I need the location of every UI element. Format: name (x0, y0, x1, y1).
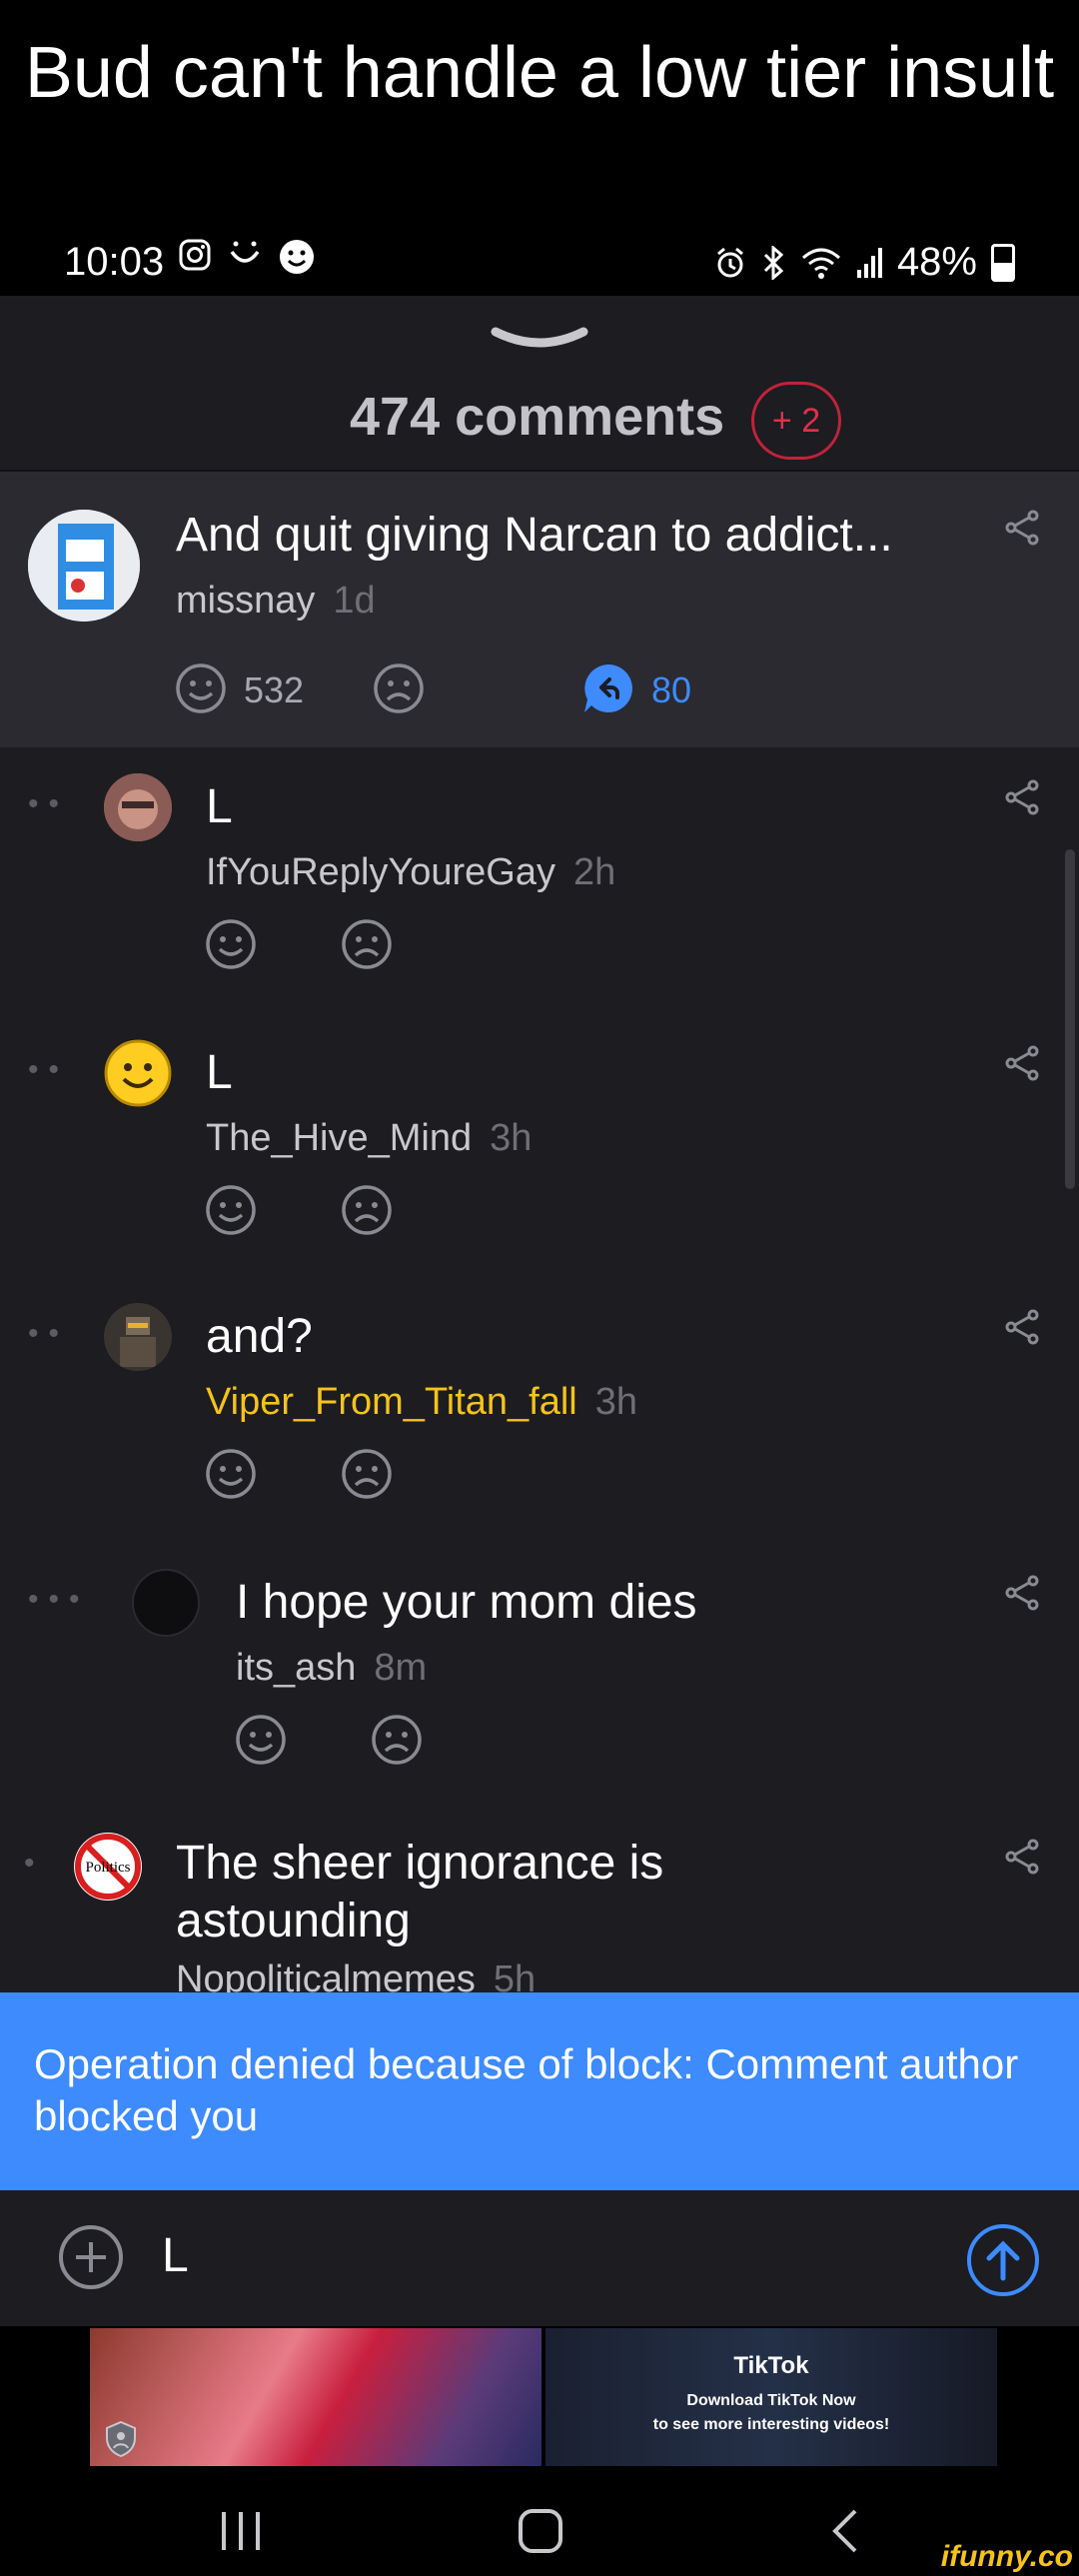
avatar[interactable] (104, 1303, 172, 1371)
notification-icons (178, 238, 316, 276)
thread-depth-dots: •• (28, 1053, 70, 1086)
share-icon[interactable] (1003, 508, 1043, 548)
smile-reaction-icon[interactable] (204, 917, 258, 971)
instagram-icon (179, 239, 211, 271)
thread-depth-dots: ••• (28, 1583, 90, 1616)
avatar-label: Politics (85, 1860, 130, 1876)
status-time: 10:03 (64, 240, 165, 284)
system-status: 48% (713, 240, 1015, 285)
battery-icon (991, 243, 1015, 282)
comment-author-line: Viper_From_Titan_fall 3h (206, 1381, 637, 1424)
reply-count: 80 (651, 669, 692, 710)
ad-line: to see more interesting videos! (652, 2416, 890, 2433)
smile-reaction-icon[interactable] (234, 1713, 288, 1767)
android-nav-bar: ifunny.co (0, 2466, 1079, 2576)
avatar[interactable] (132, 1569, 200, 1637)
avatar[interactable] (104, 1039, 172, 1107)
comment-text: and? (206, 1310, 313, 1363)
comment-time: 1d (333, 580, 376, 622)
comment-time: 8m (374, 1647, 428, 1689)
meme-title: Bud can't handle a low tier insult (24, 33, 1055, 113)
comment-author-line: missnay 1d (176, 580, 376, 623)
reply-bubble-icon[interactable] (581, 661, 635, 715)
comment-text: I hope your mom dies (236, 1576, 697, 1629)
thread-depth-dots: •• (28, 787, 70, 820)
comment-time: 3h (490, 1117, 533, 1159)
reply-comment[interactable]: •• and? Viper_From_Titan_fall 3h (0, 1295, 1079, 1535)
unsmile-reaction-icon[interactable] (340, 1183, 394, 1237)
comment-author-line: The_Hive_Mind 3h (206, 1117, 532, 1160)
smile-count: 532 (244, 669, 305, 710)
send-arrow-icon[interactable] (965, 2222, 1041, 2298)
comment-text-line: astounding (176, 1895, 411, 1947)
battery-level: 48% (896, 240, 977, 284)
unsmile-reaction-icon[interactable] (340, 1447, 394, 1501)
comment-time: 2h (573, 851, 616, 893)
share-icon[interactable] (1003, 1573, 1043, 1613)
bluetooth-icon (763, 245, 784, 280)
collapse-handle-icon[interactable] (490, 324, 589, 354)
reply-comment[interactable]: •• L IfYouReplyYoureGay 2h (0, 765, 1079, 1005)
shield-icon (106, 2420, 136, 2458)
toast-message: Operation denied because of block: Comme… (34, 2040, 1019, 2139)
comment-input[interactable]: L (162, 2228, 189, 2283)
root-comment[interactable]: And quit giving Narcan to addict... miss… (0, 472, 1079, 747)
share-icon[interactable] (1003, 1307, 1043, 1347)
author-name[interactable]: The_Hive_Mind (206, 1117, 472, 1159)
smile-reaction-icon[interactable] (204, 1447, 258, 1501)
recent-apps-icon[interactable] (218, 2510, 264, 2552)
author-name[interactable]: its_ash (236, 1647, 356, 1689)
status-bar: 10:03 48% (0, 232, 1079, 296)
alarm-icon (716, 247, 743, 277)
author-name[interactable]: Viper_From_Titan_fall (206, 1381, 577, 1423)
comment-text: L (206, 780, 233, 833)
author-name[interactable]: IfYouReplyYoureGay (206, 851, 555, 893)
avatar[interactable] (28, 510, 140, 622)
watermark: ifunny.co (940, 2540, 1073, 2573)
wifi-icon (801, 248, 840, 279)
comment-time: 3h (594, 1381, 638, 1423)
new-comments-badge[interactable]: + 2 (751, 382, 841, 460)
comments-count: 474 comments (350, 387, 725, 447)
comment-text-line: The sheer ignorance is (176, 1837, 664, 1890)
unsmile-reaction-icon[interactable] (372, 661, 426, 715)
comment-input-bar: L (0, 2190, 1079, 2326)
ad-brand: TikTok (733, 2352, 809, 2379)
smile-reaction-icon[interactable] (204, 1183, 258, 1237)
avatar[interactable] (104, 773, 172, 841)
share-icon[interactable] (1003, 777, 1043, 817)
smile-reaction-icon[interactable] (174, 661, 228, 715)
comment-text: L (206, 1046, 233, 1099)
add-attachment-icon[interactable] (56, 2222, 126, 2292)
smile-outline-icon (230, 241, 260, 263)
reply-comment[interactable]: •• L The_Hive_Mind 3h (0, 1031, 1079, 1271)
reply-comment[interactable]: ••• I hope your mom dies its_ash 8m (0, 1561, 1079, 1801)
thread-depth-dots: • (24, 1847, 45, 1880)
comment-author-line: its_ash 8m (236, 1647, 427, 1690)
unsmile-reaction-icon[interactable] (370, 1713, 424, 1767)
back-icon[interactable] (829, 2508, 861, 2554)
comment-text: And quit giving Narcan to addict... (176, 509, 893, 562)
avatar[interactable]: Politics (74, 1833, 142, 1901)
ad-line: Download TikTok Now (686, 2392, 856, 2409)
share-icon[interactable] (1003, 1837, 1043, 1877)
author-name[interactable]: missnay (176, 580, 315, 622)
home-icon[interactable] (518, 2508, 563, 2554)
thread-depth-dots: •• (28, 1317, 70, 1350)
ad-banner[interactable]: TikTok Download TikTok Now to see more i… (0, 2326, 1079, 2466)
comment-author-line: IfYouReplyYoureGay 2h (206, 851, 615, 894)
ad-tiktok-panel[interactable]: TikTok Download TikTok Now to see more i… (545, 2328, 997, 2466)
unsmile-reaction-icon[interactable] (340, 917, 394, 971)
comment-text: The sheer ignorance is astounding (176, 1835, 663, 1950)
emoji-icon (280, 240, 314, 274)
signal-icon (856, 247, 882, 278)
scrollbar[interactable] (1065, 849, 1075, 1189)
share-icon[interactable] (1003, 1043, 1043, 1083)
ad-image[interactable] (90, 2328, 541, 2466)
error-toast: Operation denied because of block: Comme… (0, 1992, 1079, 2190)
